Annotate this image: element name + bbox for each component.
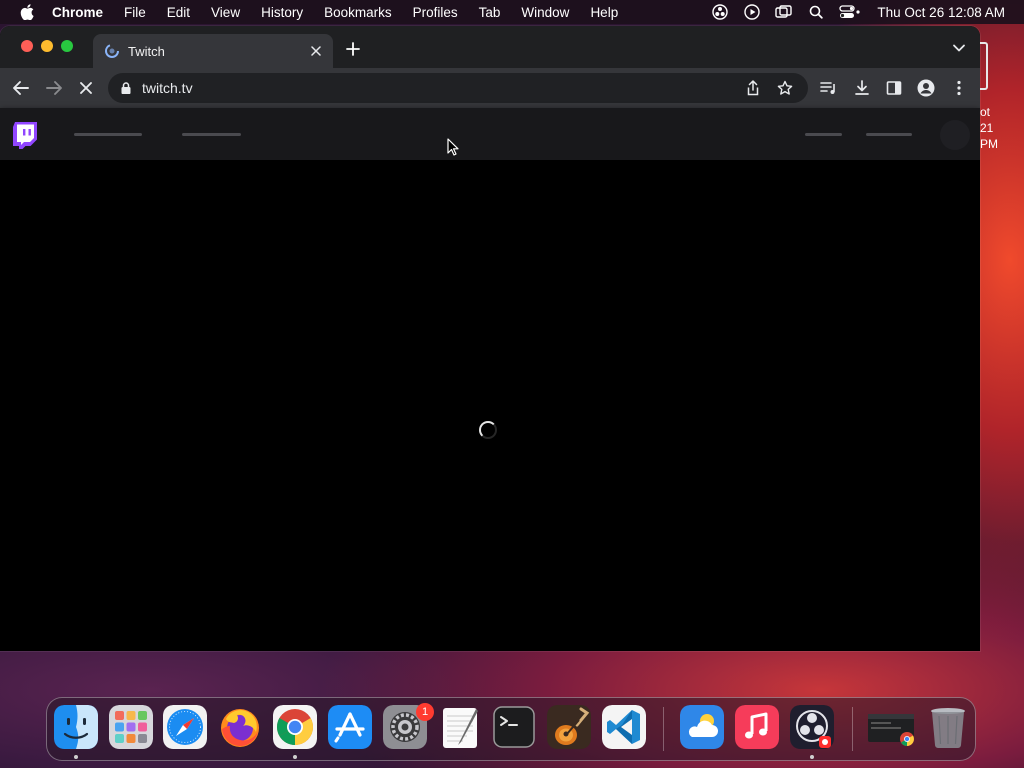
- menu-view[interactable]: View: [211, 5, 240, 20]
- window-close-button[interactable]: [21, 40, 33, 52]
- loading-spinner: [479, 421, 497, 439]
- spotlight-search-icon[interactable]: [807, 4, 825, 20]
- obs-running-indicator: [810, 755, 814, 759]
- visual-studio-code-icon[interactable]: [602, 705, 646, 749]
- status-area: Thu Oct 26 12:08 AM: [711, 0, 1024, 24]
- finder-running-indicator: [74, 755, 78, 759]
- window-minimize-button[interactable]: [41, 40, 53, 52]
- new-tab-button[interactable]: [344, 40, 362, 58]
- terminal-icon[interactable]: [492, 705, 536, 749]
- address-bar[interactable]: twitch.tv: [108, 73, 808, 103]
- bookmark-star-icon[interactable]: [776, 79, 794, 97]
- finder-icon[interactable]: [54, 705, 98, 749]
- safari-icon[interactable]: [163, 705, 207, 749]
- play-status-icon[interactable]: [743, 4, 761, 20]
- tab-title: Twitch: [128, 43, 165, 59]
- obs-status-icon[interactable]: [711, 4, 729, 20]
- menu-window[interactable]: Window: [521, 5, 569, 20]
- nav-button-placeholder: [866, 133, 912, 136]
- media-controls-icon[interactable]: [819, 78, 839, 98]
- dock-separator: [852, 707, 853, 751]
- window-zoom-button[interactable]: [61, 40, 73, 52]
- music-icon[interactable]: [735, 705, 779, 749]
- tab-strip: Twitch: [0, 26, 980, 68]
- firefox-icon[interactable]: [218, 705, 262, 749]
- twitch-top-nav: [0, 108, 980, 160]
- screen-mirroring-icon[interactable]: [775, 4, 793, 20]
- menu-edit[interactable]: Edit: [167, 5, 190, 20]
- nav-link-placeholder: [74, 133, 142, 136]
- lock-icon[interactable]: [119, 81, 133, 95]
- chrome-running-indicator: [293, 755, 297, 759]
- chrome-menu-icon[interactable]: [949, 78, 969, 98]
- forward-button[interactable]: [44, 78, 64, 98]
- share-icon[interactable]: [744, 79, 762, 97]
- menu-chrome[interactable]: Chrome: [52, 5, 103, 20]
- avatar-placeholder: [940, 120, 970, 150]
- mouse-cursor-icon: [447, 138, 459, 156]
- garageband-icon[interactable]: [547, 705, 591, 749]
- desktop-file-label-line1: ot: [980, 105, 991, 119]
- menu-history[interactable]: History: [261, 5, 303, 20]
- launchpad-icon[interactable]: [109, 705, 153, 749]
- trash-icon[interactable]: [926, 705, 970, 749]
- dock: 1: [46, 697, 976, 761]
- google-chrome-icon[interactable]: [273, 705, 317, 749]
- menu-bookmarks[interactable]: Bookmarks: [324, 5, 392, 20]
- app-store-icon[interactable]: [328, 705, 372, 749]
- desktop-file-label-line2: 21 PM: [980, 121, 998, 151]
- desktop-file-label[interactable]: ot 21 PM: [980, 104, 1014, 152]
- chrome-window: Twitch twitch.tv: [0, 26, 980, 651]
- tab-close-icon[interactable]: [308, 43, 324, 59]
- back-button[interactable]: [11, 78, 31, 98]
- system-settings-badge: 1: [416, 703, 434, 721]
- menu-tab[interactable]: Tab: [479, 5, 501, 20]
- menu-bar: Chrome File Edit View History Bookmarks …: [0, 0, 1024, 24]
- url-text[interactable]: twitch.tv: [142, 80, 744, 96]
- apple-menu-icon[interactable]: [20, 4, 34, 20]
- textedit-icon[interactable]: [438, 705, 482, 749]
- stop-loading-button[interactable]: [76, 78, 96, 98]
- weather-icon[interactable]: [680, 705, 724, 749]
- nav-link-placeholder: [182, 133, 241, 136]
- browser-toolbar: twitch.tv: [0, 68, 980, 108]
- downloads-icon[interactable]: [852, 78, 872, 98]
- loading-favicon-icon: [105, 44, 119, 58]
- twitch-logo-icon[interactable]: [12, 121, 38, 149]
- menu-file[interactable]: File: [124, 5, 146, 20]
- menubar-clock[interactable]: Thu Oct 26 12:08 AM: [877, 5, 1005, 20]
- menu-profiles[interactable]: Profiles: [413, 5, 458, 20]
- tab-search-chevron-icon[interactable]: [952, 41, 966, 55]
- obs-icon[interactable]: [790, 705, 834, 749]
- minimized-chrome-window-icon[interactable]: [866, 705, 916, 749]
- menu-help[interactable]: Help: [590, 5, 618, 20]
- twitch-page: [0, 108, 980, 651]
- dock-separator: [663, 707, 664, 751]
- side-panel-icon[interactable]: [884, 78, 904, 98]
- nav-button-placeholder: [805, 133, 842, 136]
- profile-icon[interactable]: [916, 78, 936, 98]
- control-center-icon[interactable]: [839, 4, 861, 20]
- tab-twitch[interactable]: Twitch: [93, 34, 333, 68]
